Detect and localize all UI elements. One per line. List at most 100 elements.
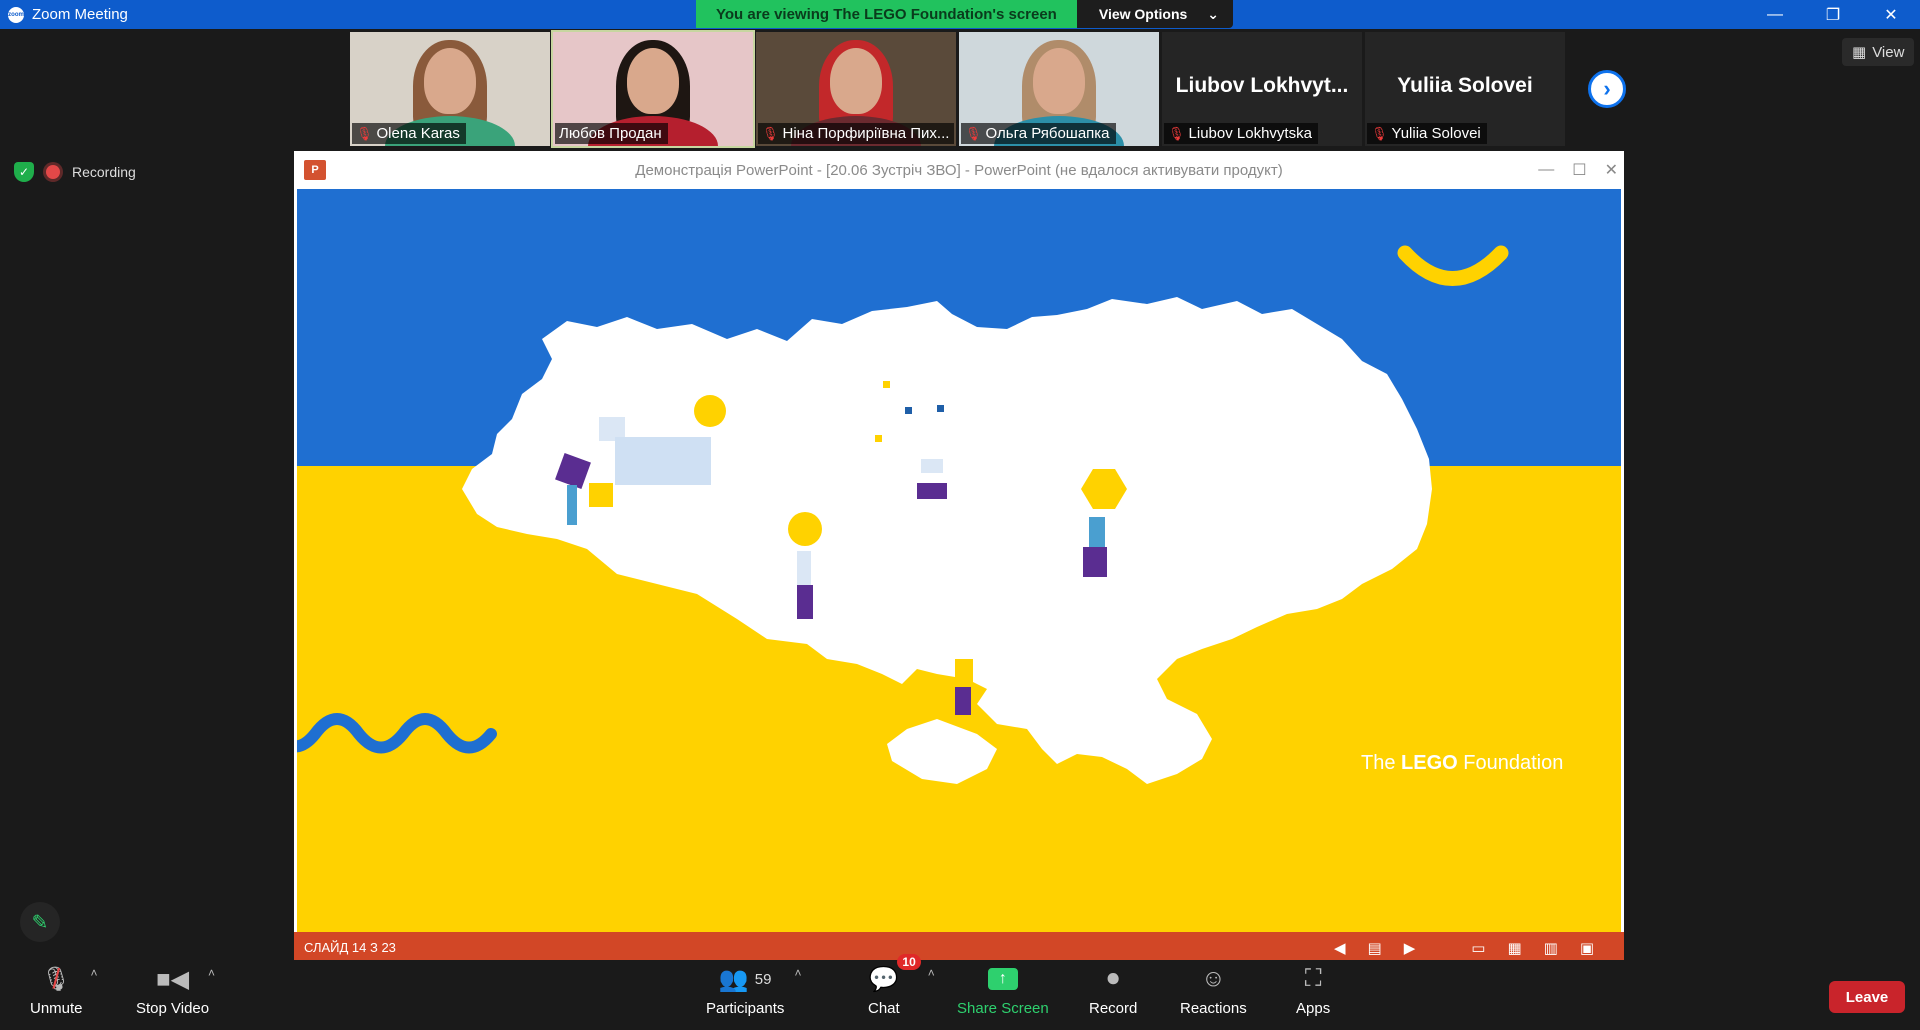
participant-name-tag: 🎙 Yuliia Solovei [1367, 123, 1487, 144]
participant-name: Ольга Рябошапка [985, 125, 1110, 142]
reading-view-icon[interactable]: ▥ [1544, 939, 1558, 957]
microphone-muted-icon: 🎙 [1371, 125, 1388, 141]
participant-face [830, 48, 882, 114]
share-screen-label: Share Screen [957, 1000, 1049, 1017]
participant-name: Liubov Lokhvytska [1188, 125, 1312, 142]
slideshow-view-icon[interactable]: ▣ [1580, 939, 1594, 957]
figure-body-shape [567, 485, 577, 525]
figure-legs-shape [797, 585, 813, 619]
participant-tile[interactable]: Yuliia Solovei 🎙 Yuliia Solovei [1365, 32, 1565, 146]
participants-button[interactable]: 👥 59 ˄ Participants [706, 964, 802, 1018]
unmute-label: Unmute [30, 1000, 83, 1017]
participant-display-name: Yuliia Solovei [1397, 74, 1533, 97]
window-title: Zoom Meeting [32, 6, 128, 23]
reactions-label: Reactions [1180, 1000, 1247, 1017]
stop-video-label: Stop Video [136, 1000, 210, 1017]
view-options-label: View Options [1098, 6, 1188, 22]
slide-sorter-icon[interactable]: ▦ [1507, 939, 1521, 957]
window-controls: — ❐ ✕ [1746, 0, 1920, 29]
close-button[interactable]: ✕ [1862, 0, 1920, 29]
recording-indicator[interactable]: ✓ Recording [14, 162, 136, 182]
participant-tile[interactable]: Любов Продан [551, 30, 755, 148]
participants-icon: 👥 [718, 965, 749, 993]
microphone-muted-icon: 🎙 [356, 125, 373, 141]
participant-tile[interactable]: Liubov Lokhvyt... 🎙 Liubov Lokhvytska [1162, 32, 1362, 146]
meeting-toolbar: 🎙 / ˄ Unmute ■◀ ˄ Stop Video 👥 59 ˄ Partici… [0, 954, 1920, 1030]
microphone-muted-icon: 🎙 [1168, 125, 1185, 141]
participant-face [1033, 48, 1085, 114]
confetti-shape [875, 435, 882, 442]
leave-button[interactable]: Leave [1829, 981, 1905, 1013]
apps-button[interactable]: ⛶ Apps [1296, 964, 1330, 1017]
confetti-shape [905, 407, 912, 414]
confetti-shape [883, 381, 890, 388]
normal-view-icon[interactable]: ▭ [1471, 939, 1485, 957]
participant-name-tag: 🎙 Liubov Lokhvytska [1164, 123, 1318, 144]
participant-name-tag: Любов Продан [555, 123, 668, 144]
chevron-right-icon: › [1603, 76, 1611, 101]
powerpoint-window: P Демонстрація PowerPoint - [20.06 Зустр… [294, 151, 1624, 963]
figure-body-shape [955, 659, 973, 687]
slideshow-statusbar: СЛАЙД 14 З 23 ◀ ▤ ▶ ▭ ▦ ▥ ▣ [294, 932, 1624, 963]
chevron-up-icon[interactable]: ˄ [90, 966, 97, 980]
video-camera-icon: ■◀ ˄ [156, 965, 216, 993]
notes-icon[interactable]: ▤ [1368, 939, 1382, 957]
participant-tile[interactable]: 🎙 Olena Karas [350, 32, 550, 146]
participant-name-tag: 🎙 Ніна Порфиріївна Пих... [758, 123, 954, 144]
chevron-up-icon[interactable]: ˄ [794, 966, 801, 980]
participants-icon-wrap: 👥 59 ˄ [718, 964, 802, 994]
next-page-button[interactable]: › [1588, 70, 1626, 108]
record-label: Record [1089, 1000, 1138, 1017]
sun-circle-shape [694, 395, 726, 427]
confetti-shape [937, 405, 944, 412]
minimize-button[interactable]: — [1746, 0, 1804, 29]
share-screen-icon: ↑ [987, 968, 1018, 990]
chevron-up-icon[interactable]: ˄ [928, 966, 935, 980]
annotate-pencil-button[interactable]: ✎ [20, 902, 60, 942]
slide-canvas: The LEGO Foundation [297, 189, 1621, 932]
chat-label: Chat [868, 1000, 900, 1017]
chat-button[interactable]: 💬 10 ˄ Chat [868, 954, 935, 1017]
zoom-logo-icon: zoom [8, 6, 24, 23]
participant-tile[interactable]: 🎙 Ольга Рябошапка [959, 32, 1159, 146]
participant-name-tag: 🎙 Olena Karas [352, 123, 466, 144]
figure-legs-shape [917, 483, 947, 499]
slide-number-label: СЛАЙД 14 З 23 [304, 940, 396, 955]
chevron-up-icon[interactable]: ˄ [208, 966, 215, 980]
figure-body-shape [1089, 517, 1105, 547]
minimize-icon[interactable]: — [1538, 161, 1554, 179]
record-dot-icon [46, 165, 60, 179]
share-screen-button[interactable]: ↑ Share Screen [957, 964, 1049, 1017]
stop-video-button[interactable]: ■◀ ˄ Stop Video [136, 964, 216, 1018]
close-icon[interactable]: ✕ [1605, 160, 1618, 180]
share-banner: You are viewing The LEGO Foundation's sc… [696, 0, 1234, 28]
previous-slide-icon[interactable]: ◀ [1334, 939, 1346, 957]
microphone-muted-icon: 🎙 / ˄ [41, 963, 98, 994]
slideshow-controls: ◀ ▤ ▶ ▭ ▦ ▥ ▣ [1334, 932, 1594, 963]
participant-tile[interactable]: 🎙 Ніна Порфиріївна Пих... [756, 32, 956, 146]
record-button[interactable]: ⏺ Record [1089, 964, 1137, 1017]
figure-legs-shape [955, 687, 971, 715]
reactions-button[interactable]: ☺ Reactions [1180, 964, 1247, 1017]
ball-circle-shape [788, 512, 822, 546]
viewing-screen-label: You are viewing The LEGO Foundation's sc… [696, 0, 1077, 28]
chevron-down-icon: ⌄ [1207, 5, 1220, 22]
powerpoint-title: Демонстрація PowerPoint - [20.06 Зустріч… [635, 161, 1283, 179]
grid-icon: ▦ [1852, 44, 1867, 61]
shield-check-icon: ✓ [14, 162, 34, 182]
participant-display-name: Liubov Lokhvyt... [1175, 74, 1349, 97]
maximize-icon[interactable]: ☐ [1572, 160, 1586, 180]
figure-body-shape [797, 551, 811, 585]
microphone-muted-icon: 🎙 [965, 125, 982, 141]
next-slide-icon[interactable]: ▶ [1404, 939, 1416, 957]
smiley-icon: ☺ [1201, 965, 1226, 992]
unmute-button[interactable]: 🎙 / ˄ Unmute [30, 963, 98, 1017]
view-options-button[interactable]: View Options ⌄ [1076, 0, 1234, 28]
brand-lego: LEGO [1401, 752, 1458, 774]
participant-name: Ніна Порфиріївна Пих... [782, 125, 950, 142]
brand-foundation: Foundation [1463, 752, 1563, 774]
view-button[interactable]: ▦ View [1842, 38, 1915, 66]
powerpoint-titlebar: P Демонстрація PowerPoint - [20.06 Зустр… [294, 151, 1624, 189]
view-button-label: View [1872, 43, 1905, 61]
restore-button[interactable]: ❐ [1804, 0, 1862, 29]
